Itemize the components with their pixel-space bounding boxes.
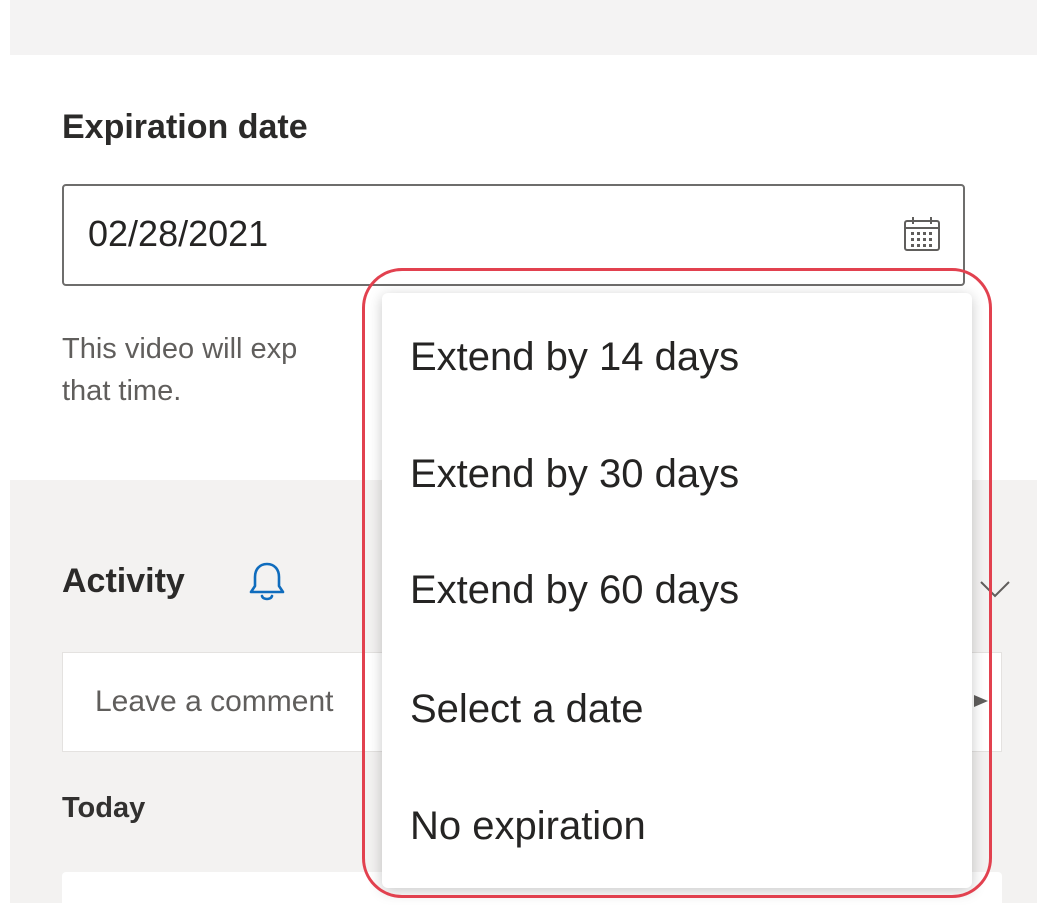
expiration-help-text: This video will exp that time. (62, 328, 372, 412)
help-text-line-2: that time. (62, 375, 182, 407)
top-band (10, 0, 1037, 55)
calendar-icon[interactable] (902, 214, 942, 254)
today-label: Today (62, 792, 146, 824)
comment-placeholder: Leave a comment (95, 685, 334, 718)
menu-item-select-date[interactable]: Select a date (410, 669, 644, 749)
expiration-options-menu: Extend by 14 days Extend by 30 days Exte… (382, 293, 972, 888)
activity-heading: Activity (62, 562, 185, 600)
bell-icon[interactable] (244, 558, 290, 604)
expiration-date-heading: Expiration date (62, 108, 308, 146)
menu-item-extend-30[interactable]: Extend by 30 days (410, 434, 739, 514)
menu-item-no-expiration[interactable]: No expiration (410, 786, 646, 866)
expiration-date-field[interactable]: 02/28/2021 (62, 184, 965, 286)
menu-item-extend-60[interactable]: Extend by 60 days (410, 550, 739, 630)
help-text-line-1: This video will exp (62, 333, 298, 365)
menu-item-extend-14[interactable]: Extend by 14 days (410, 317, 739, 397)
expiration-date-value: 02/28/2021 (88, 213, 269, 254)
chevron-down-icon[interactable] (975, 572, 1015, 606)
